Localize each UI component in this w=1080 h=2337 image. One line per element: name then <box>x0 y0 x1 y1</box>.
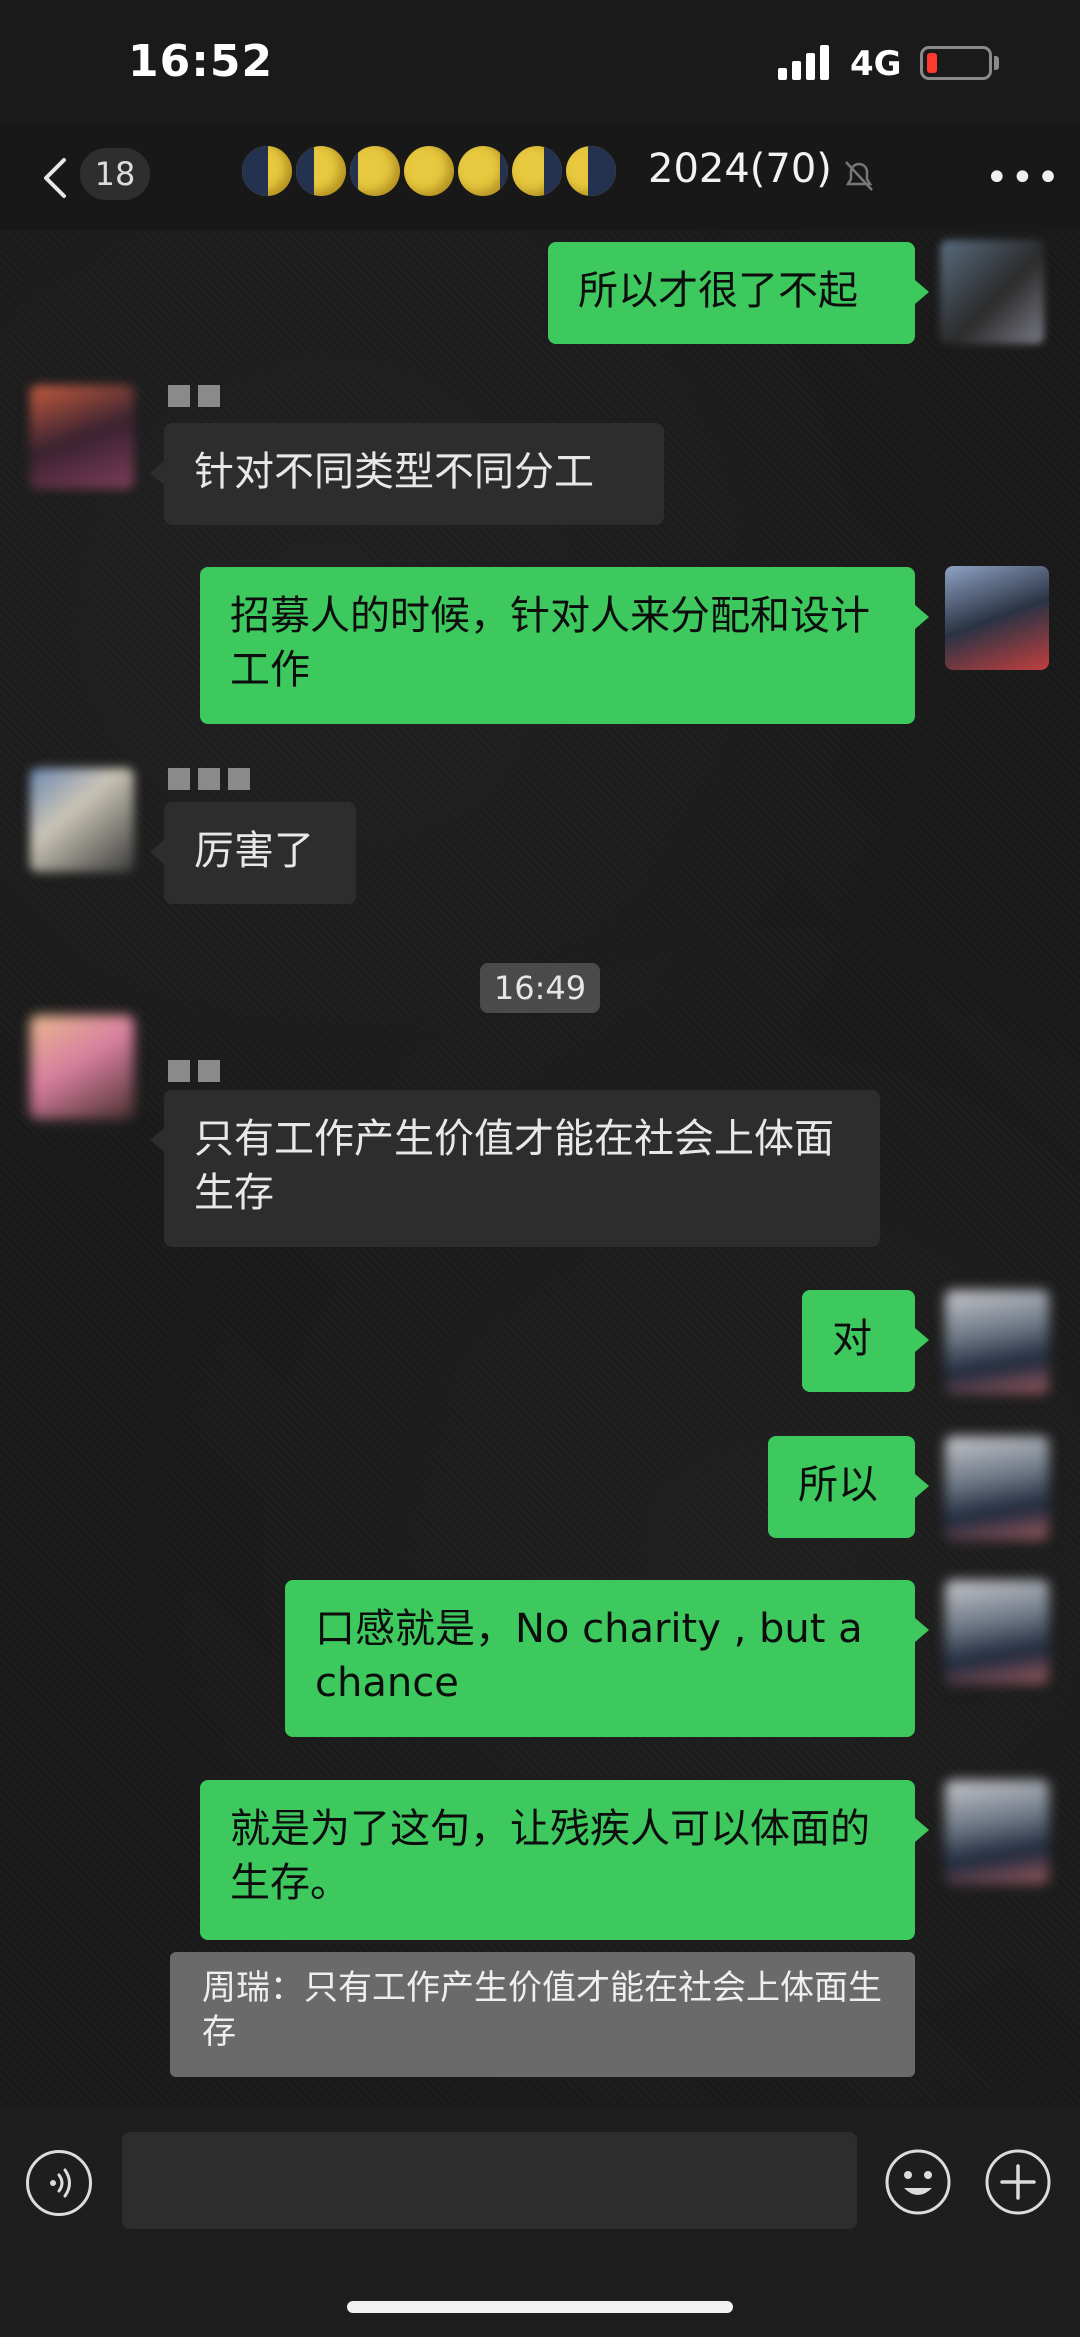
avatar[interactable] <box>945 1290 1049 1394</box>
moon-phase-icon <box>296 146 346 196</box>
quoted-message[interactable]: 周瑞：只有工作产生价值才能在社会上体面生存 <box>170 1952 915 2077</box>
message-bubble-me[interactable]: 所以 <box>768 1436 915 1538</box>
message-bubble-me[interactable]: 口感就是，No charity , but a chance <box>285 1580 915 1737</box>
bubble-tail <box>150 840 164 864</box>
sender-name <box>168 1060 228 1094</box>
chevron-left-icon[interactable] <box>36 148 76 208</box>
sender-name <box>168 768 258 802</box>
unread-badge[interactable]: 18 <box>80 148 150 200</box>
avatar[interactable] <box>940 240 1044 344</box>
avatar[interactable] <box>30 768 134 872</box>
bubble-tail <box>915 280 929 304</box>
avatar[interactable] <box>945 1436 1049 1540</box>
avatar[interactable] <box>945 1780 1049 1884</box>
moon-phase-icon <box>242 146 292 196</box>
plus-icon[interactable] <box>984 2148 1052 2216</box>
message-bubble-other[interactable]: 厉害了 <box>164 802 356 904</box>
message-bubble-me[interactable]: 就是为了这句，让残疾人可以体面的生存。 <box>200 1780 915 1940</box>
group-title-moons <box>242 146 616 206</box>
moon-phase-icon <box>458 146 508 196</box>
more-dots-icon[interactable]: ••• <box>985 158 1062 198</box>
signal-icon <box>778 44 834 80</box>
message-bubble-other[interactable]: 针对不同类型不同分工 <box>164 423 664 525</box>
bubble-tail <box>915 1818 929 1842</box>
sender-name <box>168 385 228 419</box>
network-label: 4G <box>850 44 902 84</box>
message-bubble-other[interactable]: 只有工作产生价值才能在社会上体面生存 <box>164 1090 880 1247</box>
message-bubble-me[interactable]: 招募人的时候，针对人来分配和设计工作 <box>200 567 915 724</box>
bubble-tail <box>915 1618 929 1642</box>
home-indicator <box>347 2301 733 2313</box>
message-bubble-me[interactable]: 对 <box>802 1290 915 1392</box>
chat-title: 2024(70) <box>648 146 832 192</box>
moon-phase-icon <box>350 146 400 196</box>
emoji-icon[interactable] <box>884 2148 952 2216</box>
moon-phase-icon <box>512 146 562 196</box>
battery-icon <box>920 46 992 80</box>
avatar[interactable] <box>30 385 134 489</box>
message-bubble-me[interactable]: 所以才很了不起 <box>548 242 915 344</box>
avatar[interactable] <box>30 1015 134 1119</box>
bubble-tail <box>915 605 929 629</box>
bubble-tail <box>915 1328 929 1352</box>
bubble-tail <box>150 461 164 485</box>
voice-icon[interactable] <box>26 2150 92 2216</box>
bubble-tail <box>150 1128 164 1152</box>
avatar[interactable] <box>945 566 1049 670</box>
battery-cap <box>994 56 999 70</box>
status-time: 16:52 <box>128 36 274 87</box>
moon-phase-icon <box>566 146 616 196</box>
time-divider: 16:49 <box>480 963 600 1013</box>
message-input[interactable] <box>122 2132 857 2229</box>
bubble-tail <box>915 1474 929 1498</box>
bell-off-icon <box>845 161 873 191</box>
moon-phase-icon <box>404 146 454 196</box>
avatar[interactable] <box>945 1580 1049 1684</box>
